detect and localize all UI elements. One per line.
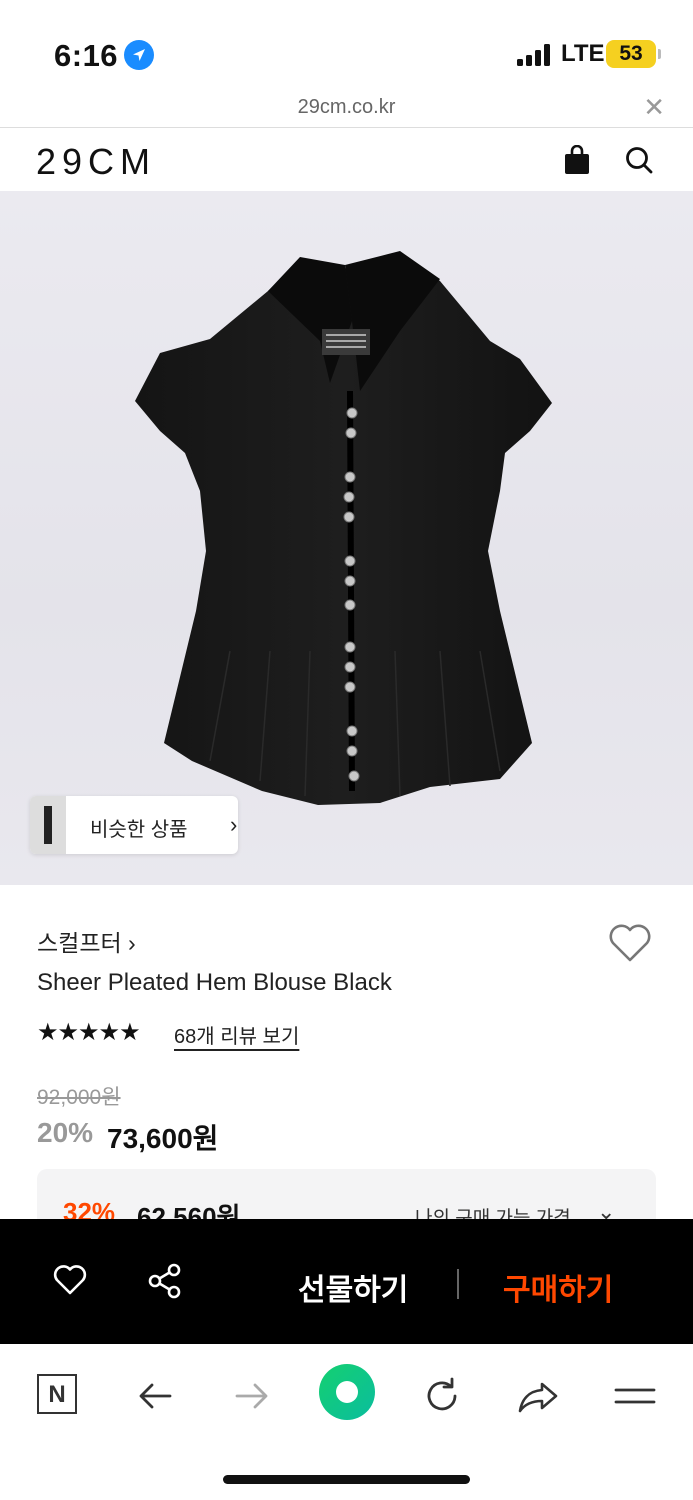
blouse-illustration bbox=[135, 251, 552, 805]
purchase-bar: 선물하기 구매하기 bbox=[0, 1219, 693, 1344]
buy-button[interactable]: 구매하기 bbox=[503, 1265, 613, 1309]
share-arrow-icon[interactable] bbox=[516, 1374, 560, 1418]
home-indicator bbox=[223, 1475, 470, 1484]
site-logo[interactable]: 29CM bbox=[36, 141, 156, 183]
search-icon[interactable] bbox=[624, 145, 654, 175]
site-header: 29CM bbox=[0, 129, 693, 191]
url-text[interactable]: 29cm.co.kr bbox=[0, 96, 693, 119]
heart-icon[interactable] bbox=[52, 1263, 88, 1297]
share-icon[interactable] bbox=[147, 1263, 183, 1299]
sale-price: 73,600원 bbox=[107, 1123, 219, 1154]
status-bar: 6:16 LTE 53 bbox=[0, 0, 693, 90]
status-time: 6:16 bbox=[54, 38, 119, 73]
network-type: LTE bbox=[561, 40, 605, 67]
discount-percent: 20% bbox=[37, 1117, 94, 1148]
heart-icon[interactable] bbox=[607, 922, 653, 964]
reload-icon[interactable] bbox=[420, 1374, 464, 1418]
similar-products-label: 비슷한 상품 bbox=[90, 819, 188, 841]
similar-products-button[interactable]: 비슷한 상품 › bbox=[30, 796, 238, 854]
gift-button[interactable]: 선물하기 bbox=[298, 1265, 408, 1309]
menu-icon[interactable] bbox=[612, 1374, 656, 1418]
review-link[interactable]: 68개 리뷰 보기 bbox=[174, 1020, 299, 1049]
chevron-right-icon: › bbox=[230, 812, 238, 837]
close-icon[interactable]: ✕ bbox=[643, 92, 665, 123]
star-rating: ★★★★★ bbox=[37, 1019, 141, 1046]
forward-arrow-icon[interactable] bbox=[229, 1374, 273, 1418]
naver-n-icon[interactable]: N bbox=[37, 1374, 77, 1414]
similar-product-thumbnail bbox=[30, 796, 66, 854]
url-bar[interactable]: 29cm.co.kr ✕ bbox=[0, 90, 693, 128]
brand-name: 스컬프터 bbox=[37, 930, 122, 956]
product-title: Sheer Pleated Hem Blouse Black bbox=[37, 969, 392, 996]
chevron-right-icon: › bbox=[128, 930, 136, 956]
original-price: 92,000원 bbox=[37, 1086, 121, 1109]
signal-bars-icon bbox=[517, 44, 553, 66]
divider bbox=[457, 1269, 459, 1299]
home-green-circle-icon[interactable] bbox=[319, 1364, 375, 1420]
product-image[interactable]: 비슷한 상품 › bbox=[0, 191, 693, 885]
shopping-bag-icon[interactable] bbox=[563, 145, 591, 175]
brand-link[interactable]: 스컬프터 › bbox=[37, 924, 136, 958]
back-arrow-icon[interactable] bbox=[134, 1374, 178, 1418]
battery-indicator: 53 bbox=[606, 40, 661, 68]
location-arrow-icon bbox=[124, 40, 154, 70]
